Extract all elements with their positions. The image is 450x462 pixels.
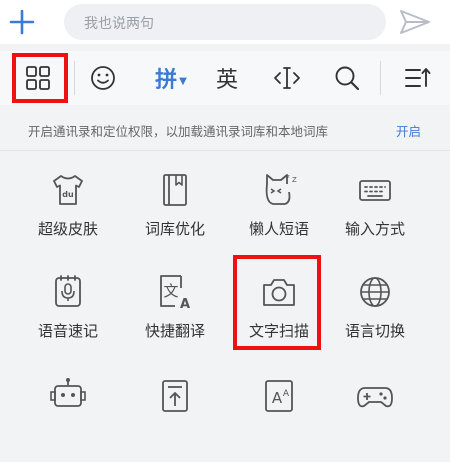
grid-item-robot[interactable] xyxy=(16,362,120,462)
grid-item-font-size[interactable]: A A xyxy=(227,362,331,462)
comment-input-placeholder: 我也说两句 xyxy=(84,16,154,32)
plus-icon[interactable] xyxy=(6,6,38,38)
svg-text:du: du xyxy=(62,190,74,199)
section-divider xyxy=(0,150,450,151)
svg-text:A: A xyxy=(180,297,190,312)
lazy-cat-icon: Z z xyxy=(259,170,299,210)
comment-input[interactable]: 我也说两句 xyxy=(64,4,386,40)
robot-icon xyxy=(48,376,88,416)
cursor-move-icon[interactable] xyxy=(262,51,312,105)
skin-tshirt-icon: du xyxy=(48,170,88,210)
grid-item-label: 词库优化 xyxy=(144,220,205,238)
collapse-icon[interactable] xyxy=(392,51,442,105)
gamepad-icon xyxy=(355,376,395,416)
grid-item-lazy-phrases[interactable]: Z z 懒人短语 xyxy=(227,156,331,256)
permission-notice-text: 开启通讯录和定位权限，以加载通讯录词库和本地词库 xyxy=(28,124,329,139)
grid-item-dictionary[interactable]: 词库优化 xyxy=(123,156,227,256)
grid-item-label: 快捷翻译 xyxy=(144,322,205,340)
grid-item-input-method[interactable]: 输入方式 xyxy=(323,156,427,256)
svg-text:z: z xyxy=(287,174,290,180)
document-upload-icon xyxy=(155,376,195,416)
dropdown-caret-icon: ▼ xyxy=(179,75,187,87)
grid-item-quick-translate[interactable]: 文 A 快捷翻译 xyxy=(123,258,227,358)
grid-item-label: 懒人短语 xyxy=(248,220,309,238)
keyboard-icon xyxy=(355,170,395,210)
grid-item-game[interactable] xyxy=(323,362,427,462)
permission-notice: 开启通讯录和定位权限，以加载通讯录词库和本地词库 开启 xyxy=(0,111,450,147)
translate-icon: 文 A xyxy=(155,272,195,312)
grid-item-document-upload[interactable] xyxy=(123,362,227,462)
font-size-icon: A A xyxy=(259,376,299,416)
enable-permission-link[interactable]: 开启 xyxy=(396,121,421,140)
globe-icon xyxy=(355,272,395,312)
grid-item-language-switch[interactable]: 语言切换 xyxy=(323,258,427,358)
grid-menu-highlight xyxy=(12,53,68,103)
pinyin-mode-button[interactable]: 拼 ▼ xyxy=(146,51,196,105)
toolbar-divider xyxy=(74,61,75,95)
grid-item-label: 输入方式 xyxy=(344,220,405,238)
grid-item-super-skin[interactable]: du 超级皮肤 xyxy=(16,156,120,256)
grid-item-label: 语音速记 xyxy=(37,322,98,340)
svg-text:A: A xyxy=(283,389,290,399)
english-mode-label: 英 xyxy=(215,68,238,93)
svg-text:文: 文 xyxy=(163,282,178,300)
svg-text:Z: Z xyxy=(292,176,297,184)
emoji-icon[interactable] xyxy=(78,51,128,105)
grid-item-voice-note[interactable]: 语音速记 xyxy=(16,258,120,358)
grid-item-label: 超级皮肤 xyxy=(37,220,98,238)
voice-note-icon xyxy=(48,272,88,312)
search-icon[interactable] xyxy=(322,51,372,105)
dictionary-icon xyxy=(155,170,195,210)
toolbar-divider xyxy=(380,61,381,95)
send-icon[interactable] xyxy=(398,8,432,36)
svg-text:A: A xyxy=(272,389,283,407)
grid-item-label: 语言切换 xyxy=(344,322,405,340)
english-mode-button[interactable]: 英 xyxy=(204,51,250,105)
composer-bar: 我也说两句 xyxy=(0,0,450,44)
pinyin-mode-label: 拼 xyxy=(155,68,178,93)
text-scan-highlight xyxy=(233,255,321,350)
